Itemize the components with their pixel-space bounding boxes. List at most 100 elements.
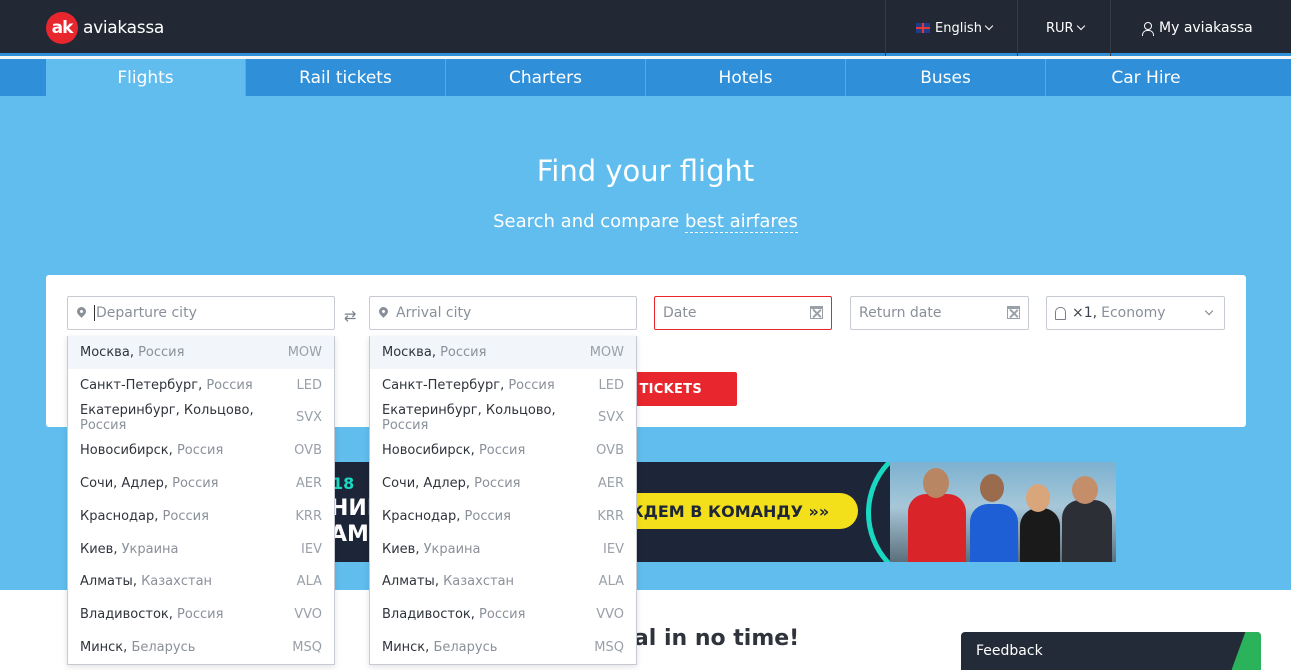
location-pin-icon xyxy=(75,305,88,318)
tab-charters[interactable]: Charters xyxy=(446,59,646,96)
tab-rail-tickets[interactable]: Rail tickets xyxy=(246,59,446,96)
banner-team-photo xyxy=(890,462,1116,562)
suggestion-city: Екатеринбург, Кольцово xyxy=(80,402,250,418)
suggestion-item[interactable]: Новосибирск, Россия OVB xyxy=(68,434,334,467)
departure-placeholder: Departure city xyxy=(96,305,197,321)
suggestion-item[interactable]: Санкт-Петербург, Россия LED xyxy=(370,369,636,402)
section-heading: eal in no time! xyxy=(619,626,800,651)
suggestion-country: Россия xyxy=(138,344,185,360)
suggestion-city: Владивосток xyxy=(80,607,169,623)
photo-person xyxy=(1062,500,1112,562)
suggestion-country: Россия xyxy=(478,443,526,459)
suggestion-item[interactable]: Алматы, Казахстан ALA xyxy=(370,566,636,599)
photo-person-head xyxy=(923,468,949,498)
airport-code: MSQ xyxy=(594,640,624,656)
tab-hotels[interactable]: Hotels xyxy=(646,59,846,96)
suggestion-item[interactable]: Сочи, Адлер, Россия AER xyxy=(68,467,334,500)
suggestion-city: Краснодар xyxy=(382,508,457,524)
suggestion-country: Россия xyxy=(206,377,253,393)
return-date-input[interactable]: Return date xyxy=(850,296,1029,330)
airport-code: SVX xyxy=(295,410,322,426)
suggestion-item[interactable]: Новосибирск, Россия OVB xyxy=(370,434,636,467)
suggestion-city: Санкт-Петербург xyxy=(80,377,199,393)
location-pin-icon xyxy=(377,305,390,318)
suggestion-item[interactable]: Краснодар, Россия KRR xyxy=(68,500,334,533)
suggestion-item[interactable]: Минск, Беларусь MSQ xyxy=(68,631,334,664)
product-tabs: Flights Rail tickets Charters Hotels Bus… xyxy=(46,59,1246,96)
suggestion-country: Россия xyxy=(162,508,209,524)
language-label: English xyxy=(935,20,982,36)
departure-city-input[interactable]: Departure city xyxy=(67,296,335,330)
suggestion-item[interactable]: Владивосток, Россия VVO xyxy=(370,598,636,631)
suggestion-city: Екатеринбург, Кольцово xyxy=(382,402,552,418)
subtitle-text: Search and compare xyxy=(493,211,685,232)
photo-person-head xyxy=(1026,484,1050,512)
chevron-down-icon xyxy=(1204,306,1214,316)
airport-code: KRR xyxy=(295,508,322,524)
airport-code: ALA xyxy=(296,574,322,590)
suggestion-item[interactable]: Минск, Беларусь MSQ xyxy=(370,631,636,664)
suggestion-item[interactable]: Москва, Россия MOW xyxy=(370,336,636,369)
suggestion-country: Россия xyxy=(440,344,487,360)
airport-code: KRR xyxy=(597,508,624,524)
photo-person-head xyxy=(1072,476,1098,504)
suggestion-country: Украина xyxy=(121,541,179,557)
airport-code: LED xyxy=(296,377,322,393)
arrival-suggestions: Москва, Россия MOW Санкт-Петербург, Росси… xyxy=(369,336,637,665)
suggestion-country: Россия xyxy=(172,476,219,492)
swap-cities-icon[interactable]: ⇄ xyxy=(344,307,357,325)
suggestion-city: Сочи, Адлер xyxy=(382,476,466,492)
tab-buses[interactable]: Buses xyxy=(846,59,1046,96)
tab-car-hire[interactable]: Car Hire xyxy=(1046,59,1246,96)
airport-code: IEV xyxy=(603,541,624,557)
suggestion-country: Казахстан xyxy=(443,574,515,590)
chevron-down-icon xyxy=(984,21,994,31)
product-tabs-bar: Flights Rail tickets Charters Hotels Bus… xyxy=(0,59,1291,96)
airport-code: MSQ xyxy=(292,640,322,656)
account-label: My aviakassa xyxy=(1159,20,1253,36)
airport-code: AER xyxy=(295,476,322,492)
header-menu: English RUR My aviakassa xyxy=(885,0,1291,56)
suggestion-item[interactable]: Алматы, Казахстан ALA xyxy=(68,566,334,599)
suggestion-item[interactable]: Екатеринбург, Кольцово, Россия SVX xyxy=(370,402,636,435)
suggestion-item[interactable]: Владивосток, Россия VVO xyxy=(68,598,334,631)
suggestion-item[interactable]: Киев, Украина IEV xyxy=(68,533,334,566)
arrival-placeholder: Arrival city xyxy=(396,305,472,321)
feedback-label: Feedback xyxy=(976,643,1043,659)
suggestion-item[interactable]: Санкт-Петербург, Россия LED xyxy=(68,369,334,402)
airport-code: LED xyxy=(598,377,624,393)
suggestion-item[interactable]: Краснодар, Россия KRR xyxy=(370,500,636,533)
logo[interactable]: ak aviakassa xyxy=(46,12,164,44)
tab-flights[interactable]: Flights xyxy=(46,59,246,96)
photo-person xyxy=(908,494,966,562)
photo-person-head xyxy=(980,474,1004,502)
currency-selector[interactable]: RUR xyxy=(1017,0,1110,56)
passengers-count: ×1, xyxy=(1072,305,1098,321)
uk-flag-icon xyxy=(916,23,930,33)
suggestion-country: Беларусь xyxy=(131,640,196,656)
best-airfares-link[interactable]: best airfares xyxy=(684,211,798,233)
banner-cta: ЖДЕМ В КОМАНДУ »» xyxy=(606,493,858,529)
passengers-class-select[interactable]: ×1, Economy xyxy=(1046,296,1225,330)
account-link[interactable]: My aviakassa xyxy=(1110,0,1291,56)
logo-mark: ak xyxy=(46,12,78,44)
suggestion-city: Киев xyxy=(80,541,114,557)
suggestion-item[interactable]: Екатеринбург, Кольцово, Россия SVX xyxy=(68,402,334,435)
top-header: ak aviakassa English RUR My aviakassa xyxy=(0,0,1291,56)
suggestion-city: Киев xyxy=(382,541,416,557)
return-date-placeholder: Return date xyxy=(859,305,942,321)
user-icon xyxy=(1141,21,1154,36)
language-selector[interactable]: English xyxy=(885,0,1017,56)
feedback-widget[interactable]: Feedback xyxy=(961,632,1261,670)
chevron-down-icon xyxy=(1076,21,1085,31)
arrival-city-input[interactable]: Arrival city xyxy=(369,296,637,330)
suggestion-item[interactable]: Москва, Россия MOW xyxy=(68,336,334,369)
calendar-clear-icon[interactable] xyxy=(1007,306,1020,319)
calendar-clear-icon[interactable] xyxy=(810,306,823,319)
suggestion-city: Минск xyxy=(382,640,426,656)
suggestion-item[interactable]: Сочи, Адлер, Россия AER xyxy=(370,467,636,500)
banner-line-1: 18 xyxy=(332,474,355,493)
suggestion-item[interactable]: Киев, Украина IEV xyxy=(370,533,636,566)
suggestion-country: Россия xyxy=(382,417,429,433)
departure-date-input[interactable]: Date xyxy=(654,296,832,330)
